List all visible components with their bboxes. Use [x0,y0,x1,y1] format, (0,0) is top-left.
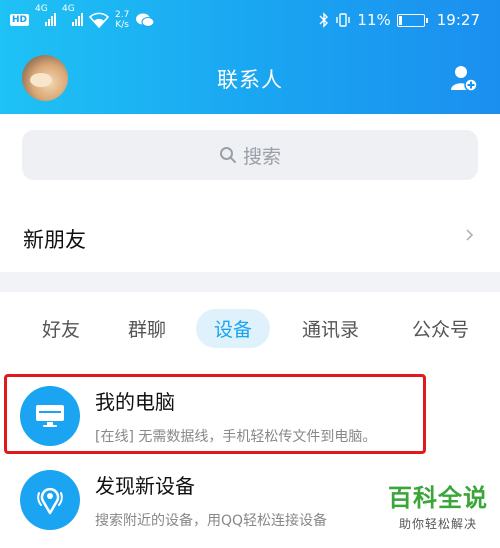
highlight-box [4,374,426,454]
bluetooth-icon [319,12,329,28]
speed-unit: K/s [115,20,129,30]
battery-percent: 11% [357,11,391,29]
contact-tabs: 好友 群聊 设备 通讯录 公众号 [0,305,500,355]
section-divider [0,272,500,292]
wechat-icon [136,13,155,27]
header-bar: HD 4G 4G 2.7 K/s 11% 19:27 联系人 [0,0,500,114]
network-type-1: 4G [35,3,48,14]
device-description: 搜索附近的设备，用QQ轻松连接设备 [95,513,328,529]
status-bar: HD 4G 4G 2.7 K/s 11% 19:27 [0,0,500,42]
tab-contacts[interactable]: 通讯录 [302,315,359,342]
network-type-2: 4G [62,3,75,14]
radar-icon [20,470,80,530]
add-contact-icon[interactable] [450,64,478,92]
battery-fill [398,15,402,25]
watermark: 百科全说 助你轻松解决 [388,478,488,532]
new-friends-row[interactable]: 新朋友 [0,205,500,271]
tab-official-accounts[interactable]: 公众号 [412,315,469,342]
network-speed: 2.7 K/s [115,10,129,30]
watermark-title: 百科全说 [388,484,488,512]
search-placeholder: 搜索 [242,145,281,168]
wifi-icon [89,12,110,28]
search-bar[interactable]: 搜索 [22,130,478,180]
tab-friends[interactable]: 好友 [42,315,80,342]
page-title: 联系人 [217,68,283,92]
watermark-subtitle: 助你轻松解决 [398,517,477,531]
hd-indicator: HD [10,14,30,26]
speed-value: 2.7 [115,10,130,20]
search-icon [219,147,236,163]
new-friends-label: 新朋友 [23,228,86,252]
tab-groups[interactable]: 群聊 [128,315,166,342]
device-name: 发现新设备 [95,474,195,498]
vibrate-icon [336,13,351,27]
signal-2-icon: 4G [62,4,84,29]
title-bar: 联系人 [0,48,500,110]
clock: 19:27 [436,11,480,29]
signal-1-icon: 4G [35,4,57,29]
battery-icon [396,13,428,27]
tab-devices[interactable]: 设备 [196,309,271,348]
chevron-right-icon [466,229,474,241]
